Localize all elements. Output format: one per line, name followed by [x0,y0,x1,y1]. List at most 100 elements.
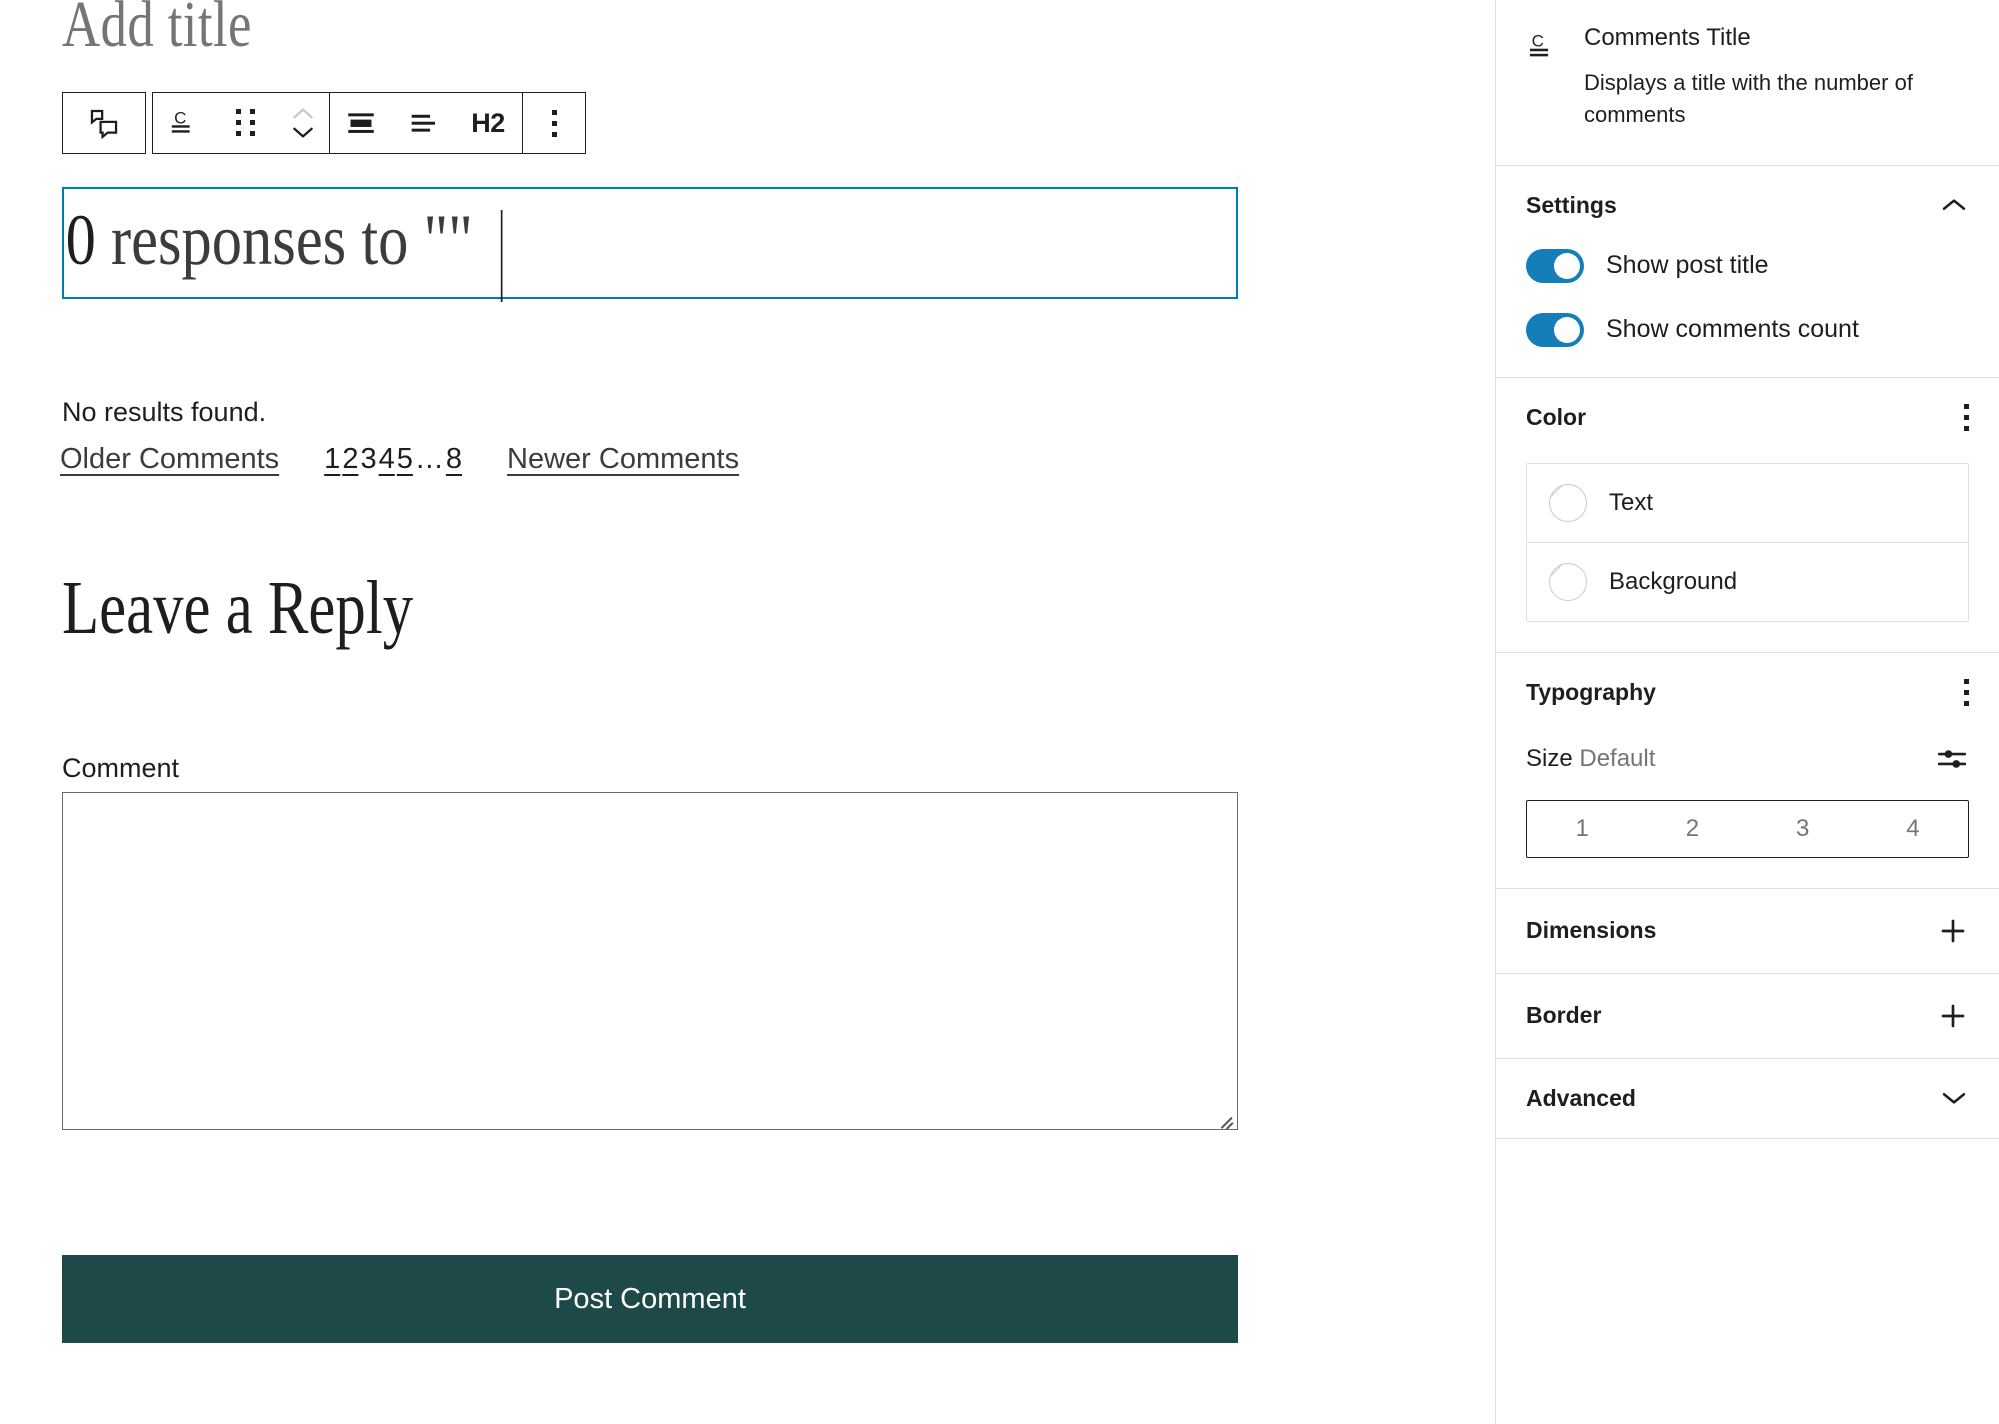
comment-textarea[interactable] [62,792,1238,1130]
settings-panel: Settings Show post title Show comments c… [1496,166,1999,378]
align-left-icon [406,106,440,140]
advanced-panel-title: Advanced [1526,1084,1636,1111]
svg-text:C: C [1532,31,1544,50]
page-number-2[interactable]: 2 [341,443,359,476]
toggle-knob [1554,316,1580,343]
show-post-title-row: Show post title [1526,248,1969,283]
chevron-up-icon [290,106,316,122]
color-panel: Color Text Background [1496,378,1999,653]
comments-title-body: responses to [95,200,424,280]
comments-block-icon [87,106,121,140]
newer-comments-link[interactable]: Newer Comments [507,443,739,476]
align-button[interactable] [330,93,392,153]
comments-count: 0 [65,200,96,280]
page-number-last[interactable]: 8 [445,443,463,476]
toggle-knob [1554,252,1580,279]
block-options-button[interactable] [523,93,585,153]
font-size-option-3[interactable]: 3 [1748,801,1858,857]
parent-block-group [62,92,146,154]
drag-handle-button[interactable] [215,93,277,153]
font-size-option-1[interactable]: 1 [1527,801,1637,857]
select-parent-block-button[interactable] [73,93,135,153]
font-size-value: Default [1579,744,1656,772]
no-color-swatch-icon [1549,483,1587,522]
typography-panel-title: Typography [1526,678,1656,705]
no-results-message: No results found. [62,397,267,427]
sliders-icon[interactable] [1935,742,1969,776]
block-info-text: Comments Title Displays a title with the… [1574,22,1969,131]
border-panel-header[interactable]: Border [1526,1000,1969,1032]
drag-dots-icon [236,109,256,137]
block-info-card: C Comments Title Displays a title with t… [1496,0,1999,166]
block-type-button[interactable]: C [153,93,215,153]
font-size-segmented-control: 1 2 3 4 [1526,799,1969,858]
show-comments-count-row: Show comments count [1526,312,1969,347]
font-size-label: Size [1526,744,1573,772]
heading-level-button[interactable]: H2 [454,93,522,153]
resize-handle-icon[interactable] [1218,1110,1234,1129]
advanced-panel-header[interactable]: Advanced [1526,1085,1969,1112]
text-caret [500,210,503,302]
post-comment-label: Post Comment [554,1282,746,1315]
chevron-up-icon[interactable] [1939,196,1969,214]
comments-title-icon: C [167,106,201,140]
text-color-label: Text [1609,488,1654,516]
font-size-row: Size Default [1526,742,1969,776]
color-panel-header: Color [1526,403,1969,431]
show-post-title-label: Show post title [1606,251,1769,280]
block-toolbar-main: C H2 [152,92,586,154]
advanced-panel: Advanced [1496,1059,1999,1139]
comments-title-quotes: "" [423,200,473,280]
font-size-option-4[interactable]: 4 [1858,801,1968,857]
comments-title-icon: C [1526,22,1574,131]
comments-title-text[interactable]: 0 responses to "" [64,204,503,302]
move-down-button[interactable] [290,124,316,140]
chevron-down-icon[interactable] [1939,1089,1969,1107]
page-number-4[interactable]: 4 [378,443,396,476]
page-number-1[interactable]: 1 [323,443,341,476]
block-settings-sidebar: C Comments Title Displays a title with t… [1495,0,1999,1424]
comments-title-block[interactable]: 0 responses to "" [62,187,1238,302]
show-post-title-toggle[interactable] [1526,248,1584,283]
typography-panel: Typography Size Default 1 2 3 4 [1496,653,1999,889]
editor-canvas: Add title C H2 0 responses to "" No resu… [0,0,1495,1424]
comment-field-label: Comment [62,753,180,783]
show-comments-count-toggle[interactable] [1526,312,1584,347]
page-number-5[interactable]: 5 [396,443,414,476]
pagination-ellipsis: … [414,443,444,475]
color-options-list: Text Background [1526,462,1969,622]
older-comments-link[interactable]: Older Comments [60,443,279,476]
editor-app: Add title C H2 0 responses to "" No resu… [0,0,1999,1424]
border-panel-title: Border [1526,1002,1602,1029]
leave-a-reply-heading: Leave a Reply [62,566,414,650]
typography-panel-header: Typography [1526,678,1969,706]
align-full-icon [344,106,378,140]
pagination-numbers: 1 2 3 4 5 … 8 [323,443,463,476]
plus-icon[interactable] [1937,1000,1969,1032]
move-up-button[interactable] [290,106,316,122]
border-panel: Border [1496,974,1999,1059]
no-color-swatch-icon [1549,562,1587,601]
font-size-label-wrap: Size Default [1526,745,1655,773]
dimensions-panel-title: Dimensions [1526,917,1657,944]
post-comment-button[interactable]: Post Comment [62,1255,1238,1343]
settings-panel-title: Settings [1526,191,1617,218]
svg-text:C: C [174,108,186,127]
post-title-placeholder[interactable]: Add title [62,0,252,58]
block-toolbar: C H2 [62,92,586,154]
color-panel-title: Color [1526,403,1587,430]
background-color-row[interactable]: Background [1527,541,1968,621]
text-align-button[interactable] [392,93,454,153]
comments-pagination: Older Comments 1 2 3 4 5 … 8 Newer Comme… [60,443,739,476]
ellipsis-vertical-icon[interactable] [1964,403,1969,431]
ellipsis-vertical-icon [551,109,557,137]
heading-level-label: H2 [471,107,505,138]
dimensions-panel-header[interactable]: Dimensions [1526,915,1969,947]
page-number-current: 3 [360,443,377,475]
background-color-label: Background [1609,567,1738,595]
text-color-row[interactable]: Text [1527,464,1968,542]
settings-panel-header[interactable]: Settings [1526,192,1969,219]
plus-icon[interactable] [1937,915,1969,947]
font-size-option-2[interactable]: 2 [1637,801,1747,857]
ellipsis-vertical-icon[interactable] [1964,678,1969,706]
